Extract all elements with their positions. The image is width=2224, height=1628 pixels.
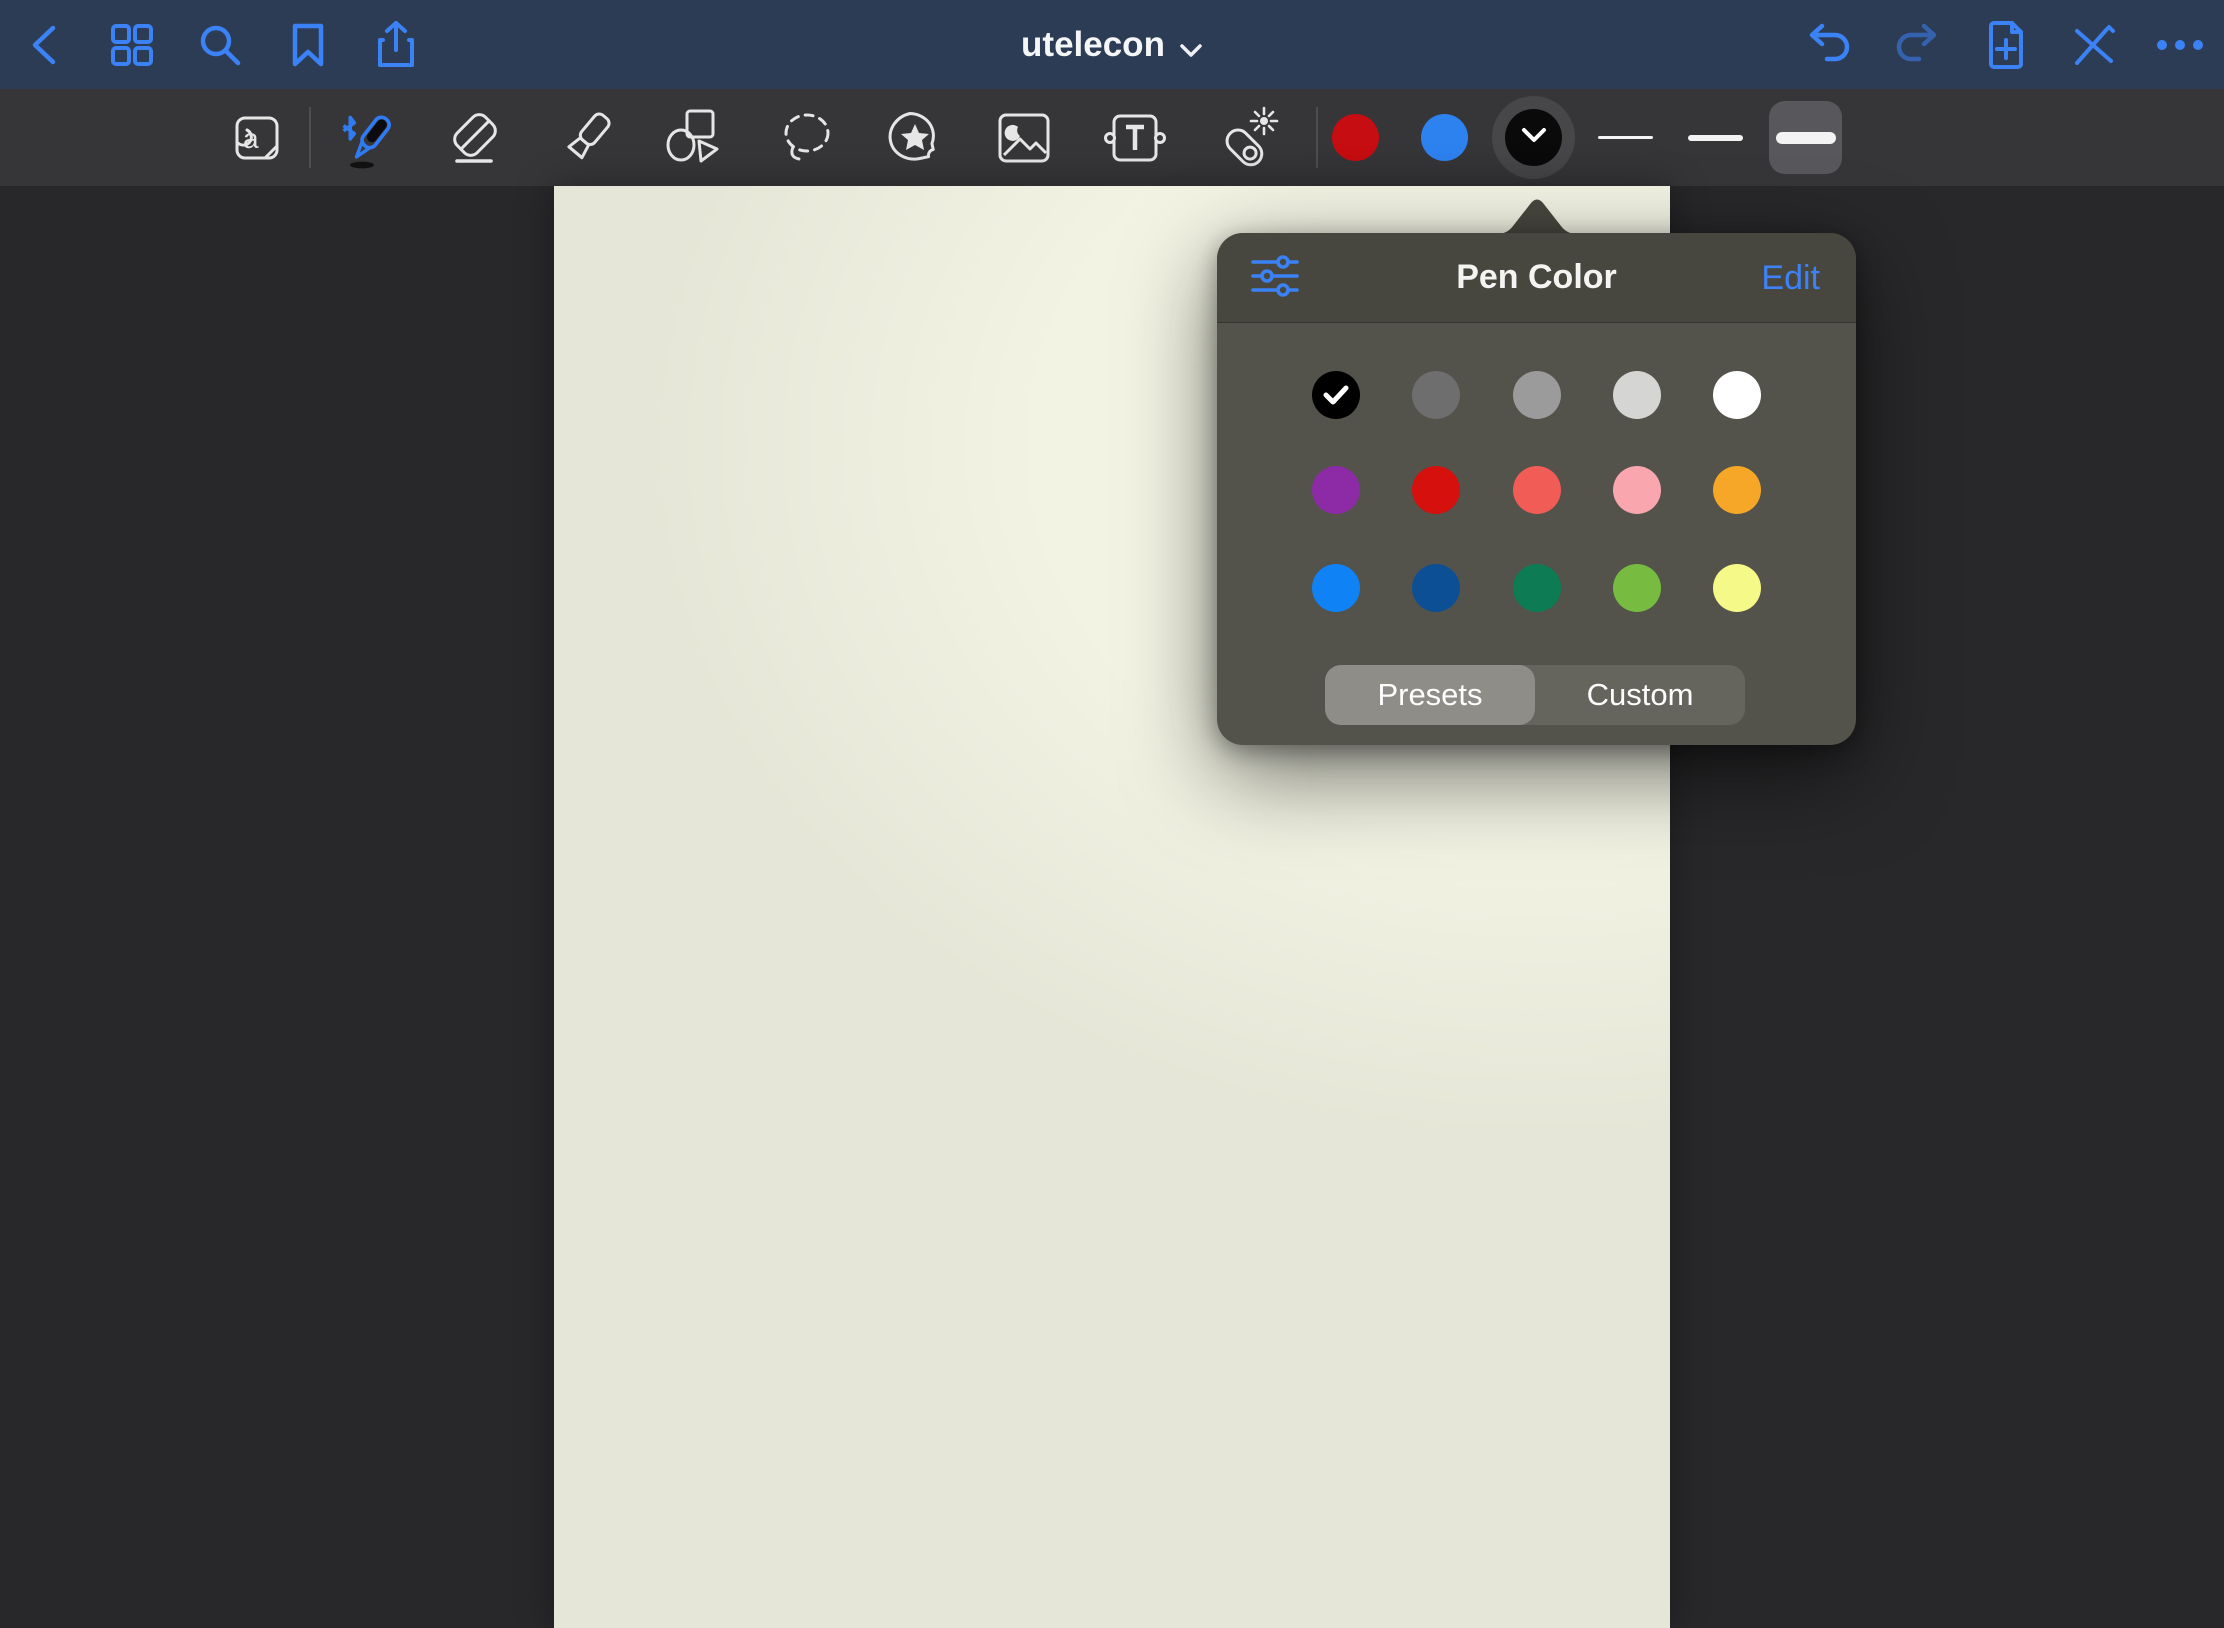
redo-button[interactable] [1889, 17, 1945, 73]
redo-icon [1893, 23, 1941, 67]
highlighter-tool[interactable] [548, 89, 628, 186]
undo-icon [1805, 23, 1853, 67]
color-swatch-f25c56[interactable] [1513, 466, 1561, 514]
more-button[interactable] [2152, 17, 2208, 73]
zoom-window-tool[interactable]: a [213, 89, 293, 186]
tools-toolbar: a [0, 89, 2224, 186]
stylus-mode-button[interactable] [2066, 17, 2122, 73]
lasso-tool[interactable] [766, 89, 846, 186]
checkmark-icon [1323, 384, 1349, 406]
stroke-width-thin-button[interactable] [1589, 101, 1662, 174]
text-tool[interactable] [1095, 89, 1175, 186]
palette-row [1312, 371, 1761, 419]
color-swatch-0d4f94[interactable] [1412, 564, 1460, 612]
stroke-width-thick-line [1776, 132, 1836, 144]
text-icon [1102, 110, 1168, 166]
app-window: utelecon [0, 0, 2224, 1628]
presets-custom-segmented-control: PresetsCustom [1325, 665, 1745, 725]
color-swatch-6e6e6e[interactable] [1412, 371, 1460, 419]
add-page-button[interactable] [1978, 17, 2034, 73]
highlighter-icon [557, 107, 619, 169]
stylus-crossed-icon [2071, 23, 2117, 67]
title-chevron-down-icon [1179, 28, 1203, 68]
color-swatch-000000[interactable] [1312, 371, 1360, 419]
chevron-down-icon [1521, 127, 1547, 149]
undo-button[interactable] [1801, 17, 1857, 73]
ellipsis-icon [2156, 39, 2204, 51]
top-navigation-bar: utelecon [0, 0, 2224, 89]
color-swatch-f9a6ae[interactable] [1613, 466, 1661, 514]
pen-tool[interactable] [325, 89, 405, 186]
svg-text:a: a [243, 123, 259, 154]
quick-color-blue-button[interactable] [1421, 114, 1468, 161]
current-color-swatch [1505, 109, 1562, 166]
laser-pointer-icon [1215, 106, 1279, 170]
popover-header: Pen Color Edit [1217, 233, 1856, 323]
toolbar-separator [309, 107, 311, 168]
palette-row [1312, 564, 1761, 612]
color-swatch-8d2ba6[interactable] [1312, 466, 1360, 514]
current-color-black-button[interactable] [1492, 96, 1575, 179]
color-swatch-d5100d[interactable] [1412, 466, 1460, 514]
stroke-width-medium-button[interactable] [1679, 101, 1752, 174]
color-swatch-ffffff[interactable] [1713, 371, 1761, 419]
shapes-tool[interactable] [654, 89, 734, 186]
pen-color-popover: Pen Color Edit PresetsCustom [1217, 233, 1856, 745]
laser-pointer-tool[interactable] [1207, 89, 1287, 186]
pen-settings-button[interactable] [1247, 250, 1303, 306]
color-swatch-f4f987[interactable] [1713, 564, 1761, 612]
eraser-icon [445, 109, 507, 167]
zoom-window-icon: a [225, 112, 281, 164]
quick-color-red-button[interactable] [1332, 114, 1379, 161]
image-tool[interactable] [984, 89, 1064, 186]
popover-arrow [1497, 196, 1577, 234]
lasso-icon [775, 107, 837, 169]
segment-presets[interactable]: Presets [1325, 665, 1535, 725]
stroke-width-thick-button[interactable] [1769, 101, 1842, 174]
stickers-tool[interactable] [875, 89, 955, 186]
color-swatch-0d7c55[interactable] [1513, 564, 1561, 612]
segment-custom[interactable]: Custom [1535, 665, 1745, 725]
stroke-width-thin-line [1598, 136, 1653, 139]
toolbar-separator [1316, 107, 1318, 168]
sticker-star-icon [884, 107, 946, 169]
sliders-icon [1249, 253, 1301, 304]
popover-title: Pen Color [1217, 258, 1856, 297]
edit-colors-button[interactable]: Edit [1761, 233, 1820, 323]
color-swatch-77bb41[interactable] [1613, 564, 1661, 612]
color-swatch-d5d5d3[interactable] [1613, 371, 1661, 419]
add-page-icon [1986, 20, 2026, 70]
palette-row [1312, 466, 1761, 514]
color-swatch-f6a727[interactable] [1713, 466, 1761, 514]
document-title: utelecon [1021, 25, 1165, 65]
pen-bluetooth-icon [332, 105, 398, 171]
color-swatch-9b9b9b[interactable] [1513, 371, 1561, 419]
color-swatch-0f82f5[interactable] [1312, 564, 1360, 612]
eraser-tool[interactable] [436, 89, 516, 186]
stroke-width-medium-line [1688, 135, 1743, 141]
shapes-icon [663, 107, 725, 169]
image-icon [994, 110, 1054, 166]
